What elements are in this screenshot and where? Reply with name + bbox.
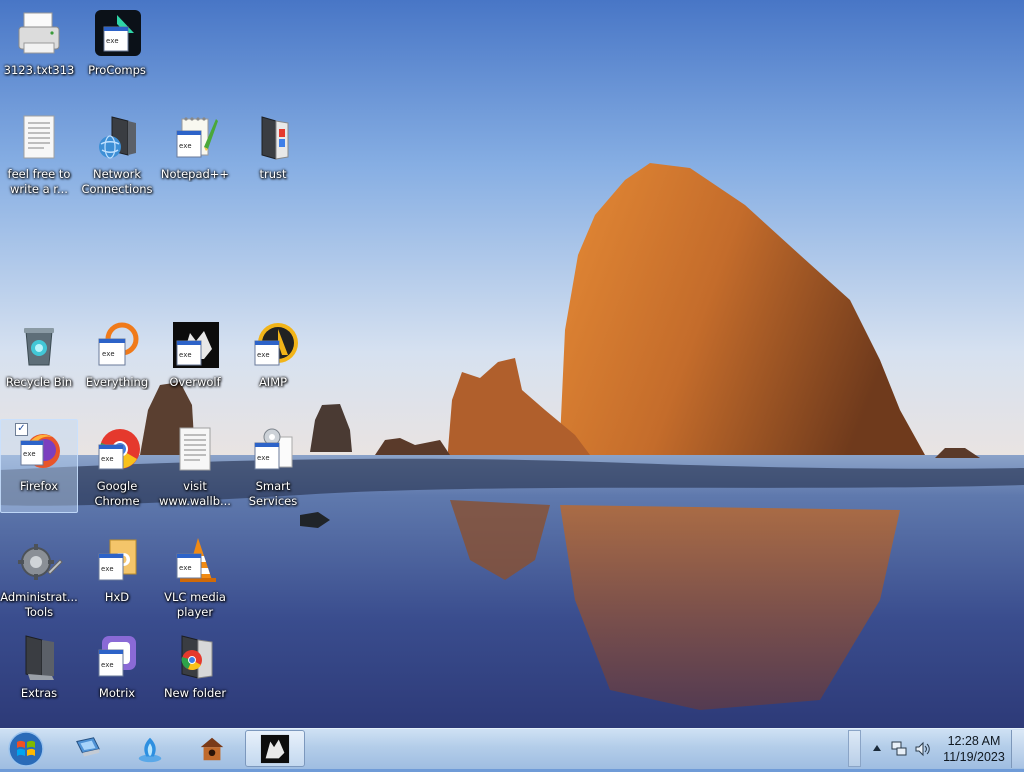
icon-label: feel free to write a r... (7, 167, 71, 196)
taskbar-overwolf-button[interactable] (245, 730, 305, 767)
desktop-icon-procomps[interactable]: exe ProComps (78, 3, 156, 97)
desktop-icon-vlc[interactable]: exe VLC media player (156, 530, 234, 624)
icon-label: Overwolf (169, 375, 221, 389)
network-connections-icon (90, 111, 144, 165)
blue-flame-icon (138, 737, 162, 762)
svg-text:exe: exe (23, 450, 36, 458)
network-icon[interactable] (890, 740, 908, 758)
icon-label: VLC media player (164, 590, 226, 619)
svg-text:exe: exe (101, 565, 114, 573)
hex-editor-icon: Dexe (90, 534, 144, 588)
desktop-icon-recycle-bin[interactable]: Recycle Bin (0, 315, 78, 409)
desktop-icon-everything[interactable]: exe Everything (78, 315, 156, 409)
computer-icon (76, 736, 100, 756)
speaker-icon[interactable] (914, 740, 932, 758)
clock-date: 11/19/2023 (943, 750, 1005, 764)
icon-label: AIMP (258, 375, 288, 389)
desktop-icon-new-folder[interactable]: New folder (156, 626, 234, 720)
svg-text:exe: exe (179, 142, 192, 150)
icon-label: Notepad++ (160, 167, 230, 181)
admin-tools-icon (12, 534, 66, 588)
svg-text:exe: exe (106, 37, 119, 45)
motrix-icon: exe (90, 630, 144, 684)
desktop-icon-notepadpp[interactable]: exe Notepad++ (156, 107, 234, 201)
desktop-icon-3123-txt313[interactable]: 3123.txt313 (0, 3, 78, 97)
selection-checkbox[interactable]: ✓ (15, 423, 28, 436)
icon-label: visit www.wallb... (159, 479, 231, 508)
icon-label: ProComps (88, 63, 146, 77)
icon-label: Recycle Bin (5, 375, 73, 389)
desktop-icon-overwolf[interactable]: exe Overwolf (156, 315, 234, 409)
search-app-icon: exe (90, 319, 144, 373)
desktop-icon-motrix[interactable]: exe Motrix (78, 626, 156, 720)
taskbar-computer-button[interactable] (60, 730, 116, 767)
triangle-up-icon[interactable] (872, 744, 882, 752)
notepad-icon: exe (168, 111, 222, 165)
icon-label: Administrat... Tools (0, 590, 78, 619)
svg-text:exe: exe (257, 351, 270, 359)
desktop-icon-aimp[interactable]: exe AIMP (234, 315, 312, 409)
desktop-icon-google-chrome[interactable]: exe Google Chrome (78, 419, 156, 513)
svg-text:exe: exe (179, 351, 192, 359)
icon-label: Everything (85, 375, 149, 389)
icon-label: Google Chrome (94, 479, 140, 508)
taskbar-birdhouse-button[interactable] (184, 730, 240, 767)
app-window-icon: exe (90, 7, 144, 61)
icon-label: Smart Services (248, 479, 298, 508)
aimp-icon: exe (246, 319, 300, 373)
settings-file-icon: exe (246, 423, 300, 477)
recycle-bin-icon (12, 319, 66, 373)
wolf-icon: exe (168, 319, 222, 373)
text-document-icon (12, 111, 66, 165)
desktop-icon-network-connections[interactable]: Network Connections (78, 107, 156, 201)
desktop[interactable]: 3123.txt313 feel free to write a r... Re… (0, 0, 1024, 728)
taskbar-flame-button[interactable] (122, 730, 178, 767)
system-tray: 12:28 AM 11/19/2023 (866, 729, 1012, 769)
icon-label: New folder (163, 686, 227, 700)
chrome-folder-icon (168, 630, 222, 684)
icon-label: trust (259, 167, 287, 181)
desktop-icon-feel-free[interactable]: feel free to write a r... (0, 107, 78, 201)
windows-logo-icon (8, 731, 44, 767)
svg-text:exe: exe (257, 454, 270, 462)
icon-label: Firefox (19, 479, 59, 493)
icon-label: 3123.txt313 (3, 63, 75, 77)
chrome-icon: exe (90, 423, 144, 477)
desktop-icon-admin-tools[interactable]: Administrat... Tools (0, 530, 78, 624)
tray-scroll-button[interactable] (848, 730, 861, 767)
desktop-icon-hxd[interactable]: Dexe HxD (78, 530, 156, 624)
start-button[interactable] (5, 730, 47, 768)
wolf-icon (260, 734, 290, 763)
svg-text:exe: exe (102, 350, 115, 358)
text-document-icon (168, 423, 222, 477)
vlc-icon: exe (168, 534, 222, 588)
icon-label: Motrix (98, 686, 136, 700)
icon-label: Extras (20, 686, 58, 700)
taskbar[interactable]: 12:28 AM 11/19/2023 (0, 728, 1024, 769)
desktop-icon-extras[interactable]: Extras (0, 626, 78, 720)
svg-text:exe: exe (101, 661, 114, 669)
printer-file-icon (12, 7, 66, 61)
svg-text:exe: exe (179, 564, 192, 572)
icon-label: HxD (104, 590, 130, 604)
show-desktop-button[interactable] (1011, 730, 1024, 768)
desktop-icon-firefox[interactable]: ✓ exe Firefox (0, 419, 78, 513)
birdhouse-icon (200, 737, 224, 760)
desktop-icon-smart-services[interactable]: exe Smart Services (234, 419, 312, 513)
desktop-icon-trust[interactable]: trust (234, 107, 312, 201)
desktop-icon-visit-wallb[interactable]: visit www.wallb... (156, 419, 234, 513)
svg-text:exe: exe (101, 455, 114, 463)
dark-folder-icon (12, 630, 66, 684)
clock-time: 12:28 AM (947, 734, 1001, 748)
clock[interactable]: 12:28 AM 11/19/2023 (936, 733, 1012, 765)
icon-label: Network Connections (81, 167, 153, 196)
folder-icon (246, 111, 300, 165)
